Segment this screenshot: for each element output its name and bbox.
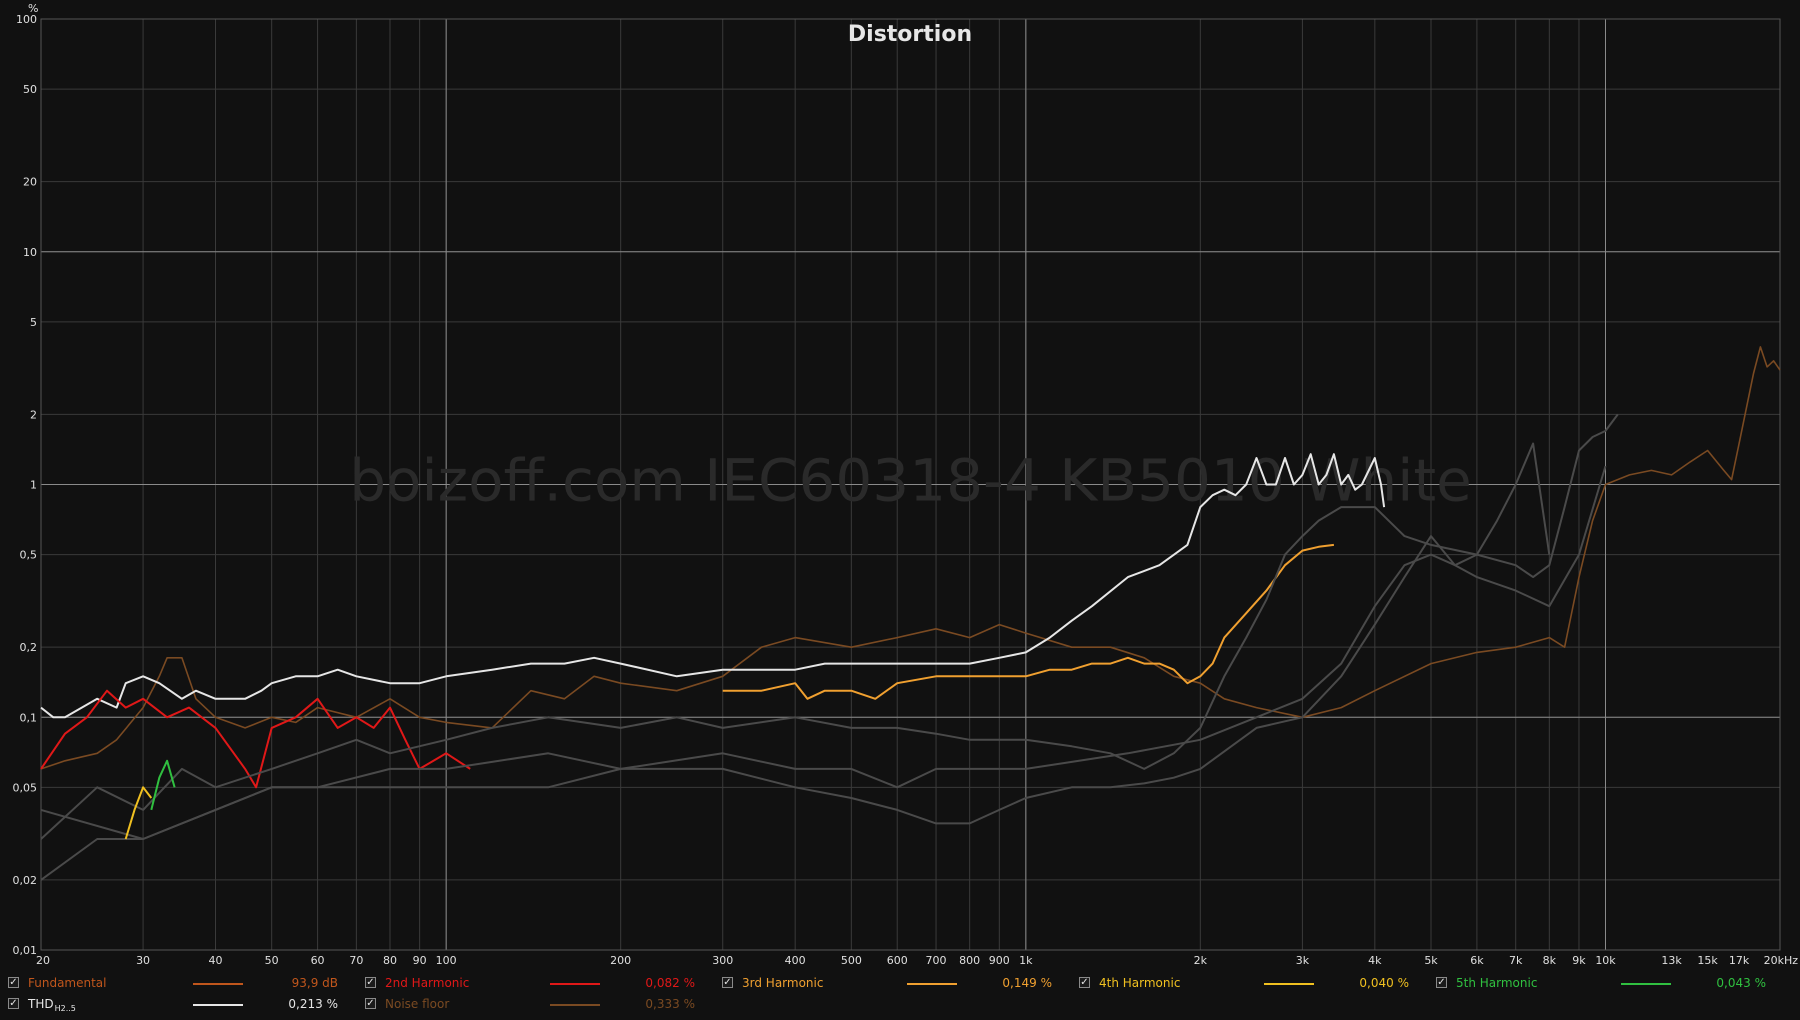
legend-swatch-thd [193,1004,243,1006]
legend-row-1: ✓ Fundamental 93,9 dB ✓ 2nd Harmonic 0,0… [0,974,1800,992]
legend-swatch-2nd-harmonic [550,983,600,985]
y-tick-label: 0,2 [20,641,38,654]
x-tick-label: 40 [208,954,222,967]
y-tick-label: 2 [30,408,37,421]
y-tick-label: 0,1 [20,711,38,724]
x-tick-label: 800 [959,954,980,967]
legend-item-5th-harmonic[interactable]: ✓ 5th Harmonic 0,043 % [1436,974,1776,992]
x-tick-label: 90 [413,954,427,967]
legend-swatch-5th-harmonic [1621,983,1671,985]
x-tick-label: 7k [1509,954,1523,967]
x-tick-label: 5k [1424,954,1438,967]
x-tick-label: 20kHz [1764,954,1799,967]
x-tick-label: 30 [136,954,150,967]
3rd-harmonic-checkbox[interactable]: ✓ [722,977,733,988]
x-tick-label: 17k [1729,954,1750,967]
thd-label-text: THD [28,997,54,1011]
legend-value-4th-harmonic: 0,040 % [1359,976,1409,990]
x-tick-label: 4k [1368,954,1382,967]
legend-label-fundamental: Fundamental [28,976,107,990]
legend-value-noise-floor: 0,333 % [645,997,695,1011]
x-tick-label: 60 [311,954,325,967]
x-tick-label: 200 [610,954,631,967]
x-tick-label: 15k [1697,954,1718,967]
x-tick-label: 20 [36,954,50,967]
x-tick-label: 700 [926,954,947,967]
legend-label-thd: THDH2..5 [28,995,76,1015]
legend-value-2nd-harmonic: 0,082 % [645,976,695,990]
x-tick-label: 80 [383,954,397,967]
x-tick-label: 13k [1661,954,1682,967]
thd-label-subscript: H2..5 [54,1004,76,1013]
x-tick-label: 600 [887,954,908,967]
y-tick-label: 20 [23,176,37,189]
5th-harmonic-checkbox[interactable]: ✓ [1436,977,1447,988]
x-tick-label: 500 [841,954,862,967]
2nd-harmonic-checkbox[interactable]: ✓ [365,977,376,988]
distortion-chart: boizoff.com IEC60318-4 KB5010 White10050… [0,0,1800,1020]
y-tick-label: 50 [23,83,37,96]
x-tick-label: 6k [1470,954,1484,967]
legend-value-fundamental: 93,9 dB [291,976,338,990]
x-tick-label: 1k [1019,954,1033,967]
y-tick-label: 10 [23,246,37,259]
legend-label-2nd-harmonic: 2nd Harmonic [385,976,470,990]
legend-item-thd[interactable]: ✓ THDH2..5 0,213 % [8,995,348,1013]
x-tick-label: 2k [1194,954,1208,967]
noise-floor-checkbox[interactable]: ✓ [365,998,376,1009]
legend-value-5th-harmonic: 0,043 % [1716,976,1766,990]
legend-label-5th-harmonic: 5th Harmonic [1456,976,1538,990]
x-tick-label: 100 [436,954,457,967]
y-tick-label: 0,05 [13,781,38,794]
x-tick-label: 300 [712,954,733,967]
4th-harmonic-checkbox[interactable]: ✓ [1079,977,1090,988]
legend-item-4th-harmonic[interactable]: ✓ 4th Harmonic 0,040 % [1079,974,1419,992]
x-tick-label: 70 [349,954,363,967]
distortion-window: boizoff.com IEC60318-4 KB5010 White 100 50… [0,0,1800,1020]
legend-row-2: ✓ THDH2..5 0,213 % ✓ Noise floor 0,333 % [0,995,1800,1013]
x-tick-label: 900 [989,954,1010,967]
legend-label-3rd-harmonic: 3rd Harmonic [742,976,824,990]
x-tick-label: 9k [1572,954,1586,967]
chart-title: Distortion [848,22,972,47]
legend-label-noise-floor: Noise floor [385,997,450,1011]
legend-swatch-3rd-harmonic [907,983,957,985]
legend-item-3rd-harmonic[interactable]: ✓ 3rd Harmonic 0,149 % [722,974,1062,992]
y-tick-label: 0,02 [13,874,38,887]
legend-swatch-noise-floor [550,1004,600,1006]
legend-swatch-fundamental [193,983,243,985]
legend-swatch-4th-harmonic [1264,983,1314,985]
watermark-text: boizoff.com IEC60318-4 KB5010 White [349,447,1472,515]
x-tick-label: 8k [1543,954,1557,967]
y-tick-label: 0,5 [20,549,38,562]
x-tick-label: 400 [785,954,806,967]
x-tick-label: 50 [265,954,279,967]
legend-item-noise-floor[interactable]: ✓ Noise floor 0,333 % [365,995,705,1013]
legend-label-4th-harmonic: 4th Harmonic [1099,976,1181,990]
thd-checkbox[interactable]: ✓ [8,998,19,1009]
y-tick-label: 5 [30,316,37,329]
y-axis-unit-label: % [28,2,38,15]
y-tick-label: 1 [30,479,37,492]
legend-item-2nd-harmonic[interactable]: ✓ 2nd Harmonic 0,082 % [365,974,705,992]
x-tick-label: 10k [1595,954,1616,967]
legend-value-3rd-harmonic: 0,149 % [1002,976,1052,990]
fundamental-checkbox[interactable]: ✓ [8,977,19,988]
x-tick-label: 3k [1296,954,1310,967]
legend-value-thd: 0,213 % [288,997,338,1011]
legend-item-fundamental[interactable]: ✓ Fundamental 93,9 dB [8,974,348,992]
y-tick-label: 0,01 [13,944,38,957]
